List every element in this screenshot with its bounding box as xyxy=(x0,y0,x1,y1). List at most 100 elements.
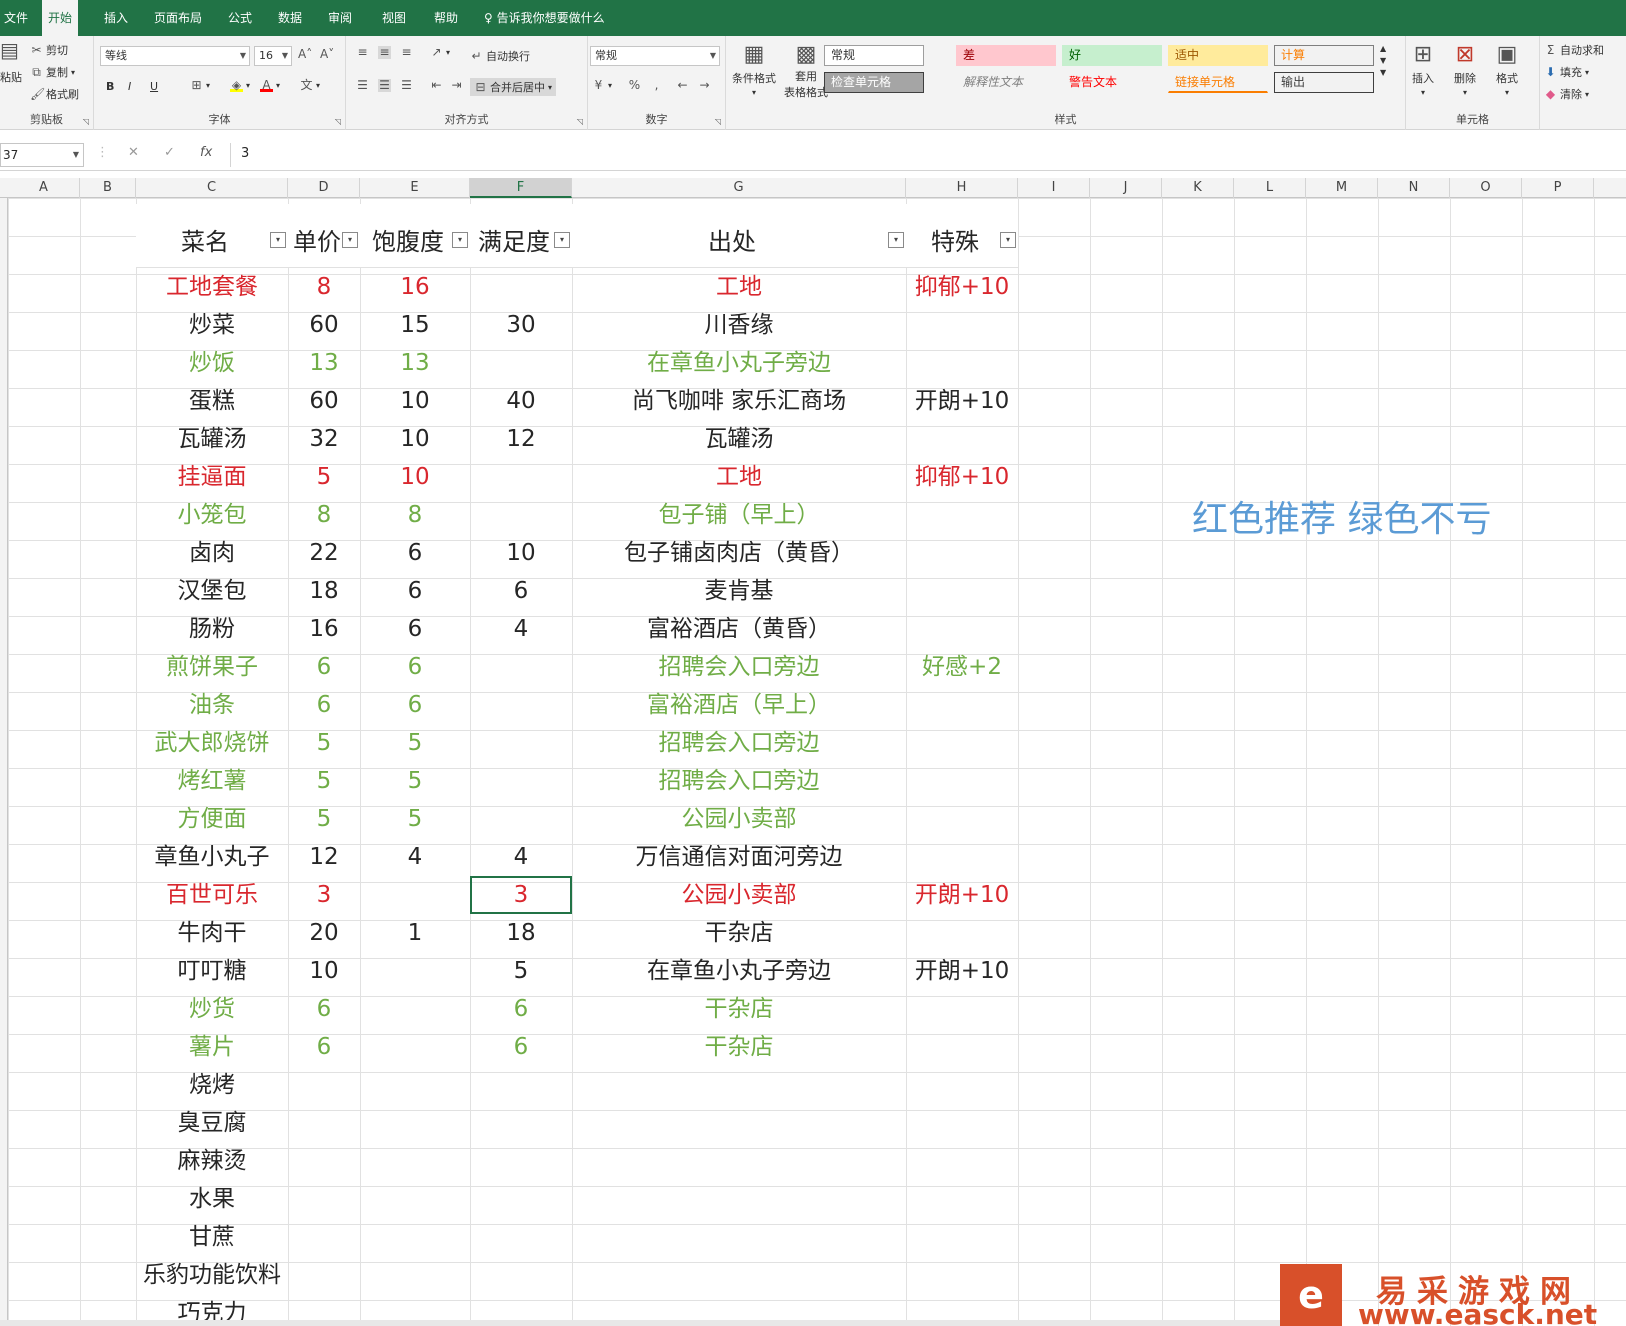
column-header-c[interactable]: C xyxy=(136,178,288,198)
table-cell[interactable] xyxy=(572,1142,906,1180)
table-cell[interactable] xyxy=(360,1104,470,1142)
table-cell[interactable] xyxy=(906,1180,1018,1218)
table-cell[interactable] xyxy=(288,1066,360,1104)
column-header-l[interactable]: L xyxy=(1234,178,1306,198)
table-cell[interactable]: 百世可乐 xyxy=(136,876,288,914)
table-cell[interactable] xyxy=(470,344,572,382)
table-cell[interactable]: 富裕酒店（黄昏） xyxy=(572,610,906,648)
increase-indent-button[interactable]: ⇥ xyxy=(450,79,463,92)
table-cell[interactable] xyxy=(288,1218,360,1256)
table-cell[interactable]: 6 xyxy=(360,534,470,572)
confirm-icon[interactable]: ✓ xyxy=(164,145,175,160)
table-cell[interactable] xyxy=(906,1104,1018,1142)
column-header-o[interactable]: O xyxy=(1450,178,1522,198)
format-cells-button[interactable]: ▣ 格式 ▾ xyxy=(1494,42,1520,97)
table-cell[interactable]: 炒饭 xyxy=(136,344,288,382)
table-cell[interactable]: 工地 xyxy=(572,268,906,306)
table-cell[interactable]: 挂逼面 xyxy=(136,458,288,496)
underline-button[interactable]: U xyxy=(150,80,158,93)
table-cell[interactable]: 工地套餐 xyxy=(136,268,288,306)
table-cell[interactable] xyxy=(572,1218,906,1256)
cancel-icon[interactable]: ✕ xyxy=(128,145,139,160)
table-cell[interactable]: 6 xyxy=(360,610,470,648)
table-cell[interactable]: 公园小卖部 xyxy=(572,800,906,838)
table-cell[interactable]: 章鱼小丸子 xyxy=(136,838,288,876)
conditional-format-button[interactable]: ▦ 条件格式 ▾ xyxy=(732,42,776,97)
table-cell[interactable] xyxy=(360,1066,470,1104)
table-cell[interactable]: 烤红薯 xyxy=(136,762,288,800)
table-cell[interactable]: 10 xyxy=(288,952,360,990)
table-cell[interactable]: 好感+2 xyxy=(906,648,1018,686)
table-cell[interactable] xyxy=(470,686,572,724)
table-cell[interactable]: 薯片 xyxy=(136,1028,288,1066)
filter-dropdown-icon[interactable]: ▾ xyxy=(342,232,358,248)
table-cell[interactable] xyxy=(906,1218,1018,1256)
border-button[interactable]: ⊞ ▾ xyxy=(190,79,210,92)
align-right-button[interactable]: ☰ xyxy=(400,79,413,92)
table-cell[interactable] xyxy=(470,268,572,306)
cell-style-3[interactable]: 适中 xyxy=(1168,45,1268,66)
table-cell[interactable]: 招聘会入口旁边 xyxy=(572,724,906,762)
cell-style-1[interactable]: 差 xyxy=(956,45,1056,66)
table-cell[interactable] xyxy=(906,1142,1018,1180)
table-cell[interactable] xyxy=(288,1256,360,1294)
filter-dropdown-icon[interactable]: ▾ xyxy=(554,232,570,248)
table-cell[interactable] xyxy=(360,876,470,914)
column-header-i[interactable]: I xyxy=(1018,178,1090,198)
table-cell[interactable]: 12 xyxy=(470,420,572,458)
table-cell[interactable]: 10 xyxy=(360,458,470,496)
table-cell[interactable] xyxy=(906,762,1018,800)
filter-dropdown-icon[interactable]: ▾ xyxy=(452,232,468,248)
cell-style-7[interactable]: 警告文本 xyxy=(1062,72,1162,93)
orientation-button[interactable]: ↗ ▾ xyxy=(430,46,450,59)
table-cell[interactable]: 万信通信对面河旁边 xyxy=(572,838,906,876)
column-header-j[interactable]: J xyxy=(1090,178,1162,198)
table-cell[interactable]: 开朗+10 xyxy=(906,952,1018,990)
table-cell[interactable] xyxy=(360,990,470,1028)
table-cell[interactable]: 18 xyxy=(288,572,360,610)
table-cell[interactable] xyxy=(470,496,572,534)
table-cell[interactable]: 5 xyxy=(288,762,360,800)
tab-review[interactable]: 审阅 xyxy=(322,0,358,36)
decrease-decimal-button[interactable]: → xyxy=(698,79,711,92)
table-cell[interactable] xyxy=(288,1104,360,1142)
clear-button[interactable]: ◆ 清除 ▾ xyxy=(1544,86,1589,102)
cell-style-9[interactable]: 输出 xyxy=(1274,72,1374,93)
table-cell[interactable]: 12 xyxy=(288,838,360,876)
table-cell[interactable] xyxy=(906,838,1018,876)
table-cell[interactable] xyxy=(360,1256,470,1294)
table-cell[interactable] xyxy=(906,686,1018,724)
table-cell[interactable]: 5 xyxy=(288,800,360,838)
table-cell[interactable]: 干杂店 xyxy=(572,1028,906,1066)
filter-dropdown-icon[interactable]: ▾ xyxy=(888,232,904,248)
table-cell[interactable]: 烧烤 xyxy=(136,1066,288,1104)
table-cell[interactable] xyxy=(906,420,1018,458)
table-cell[interactable] xyxy=(470,1180,572,1218)
table-cell[interactable] xyxy=(360,1218,470,1256)
column-header-k[interactable]: K xyxy=(1162,178,1234,198)
table-cell[interactable]: 汉堡包 xyxy=(136,572,288,610)
table-cell[interactable]: 6 xyxy=(288,1028,360,1066)
table-cell[interactable]: 5 xyxy=(360,800,470,838)
horizontal-scrollbar[interactable] xyxy=(0,1320,1280,1326)
align-middle-button[interactable]: ≡ xyxy=(378,46,391,59)
table-cell[interactable]: 在章鱼小丸子旁边 xyxy=(572,952,906,990)
column-header-m[interactable]: M xyxy=(1306,178,1378,198)
column-header-h[interactable]: H xyxy=(906,178,1018,198)
delete-cells-button[interactable]: ⊠ 删除 ▾ xyxy=(1452,42,1478,97)
table-cell[interactable]: 30 xyxy=(470,306,572,344)
insert-cells-button[interactable]: ⊞ 插入 ▾ xyxy=(1410,42,1436,97)
tab-formulas[interactable]: 公式 xyxy=(222,0,258,36)
table-cell[interactable]: 瓦罐汤 xyxy=(572,420,906,458)
align-center-button[interactable]: ☰ xyxy=(378,79,391,92)
table-cell[interactable] xyxy=(470,1256,572,1294)
font-name-select[interactable]: 等线 ▼ xyxy=(100,46,250,66)
cell-style-5[interactable]: 检查单元格 xyxy=(824,72,924,93)
column-header-e[interactable]: E xyxy=(360,178,470,198)
table-cell[interactable]: 5 xyxy=(288,458,360,496)
table-cell[interactable]: 5 xyxy=(360,724,470,762)
table-cell[interactable] xyxy=(906,724,1018,762)
font-size-select[interactable]: 16 ▼ xyxy=(254,46,292,66)
table-cell[interactable]: 13 xyxy=(360,344,470,382)
table-cell[interactable]: 6 xyxy=(288,990,360,1028)
